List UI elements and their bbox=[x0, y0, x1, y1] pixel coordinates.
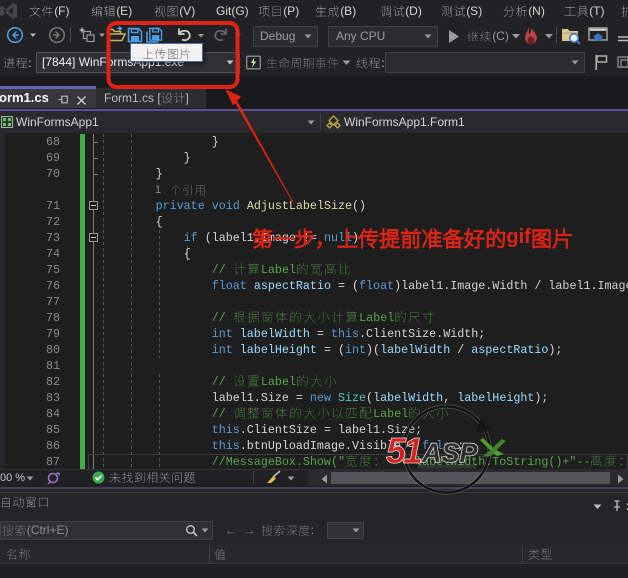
svg-text:51: 51 bbox=[386, 430, 422, 471]
svg-text:ASP: ASP bbox=[421, 438, 479, 468]
